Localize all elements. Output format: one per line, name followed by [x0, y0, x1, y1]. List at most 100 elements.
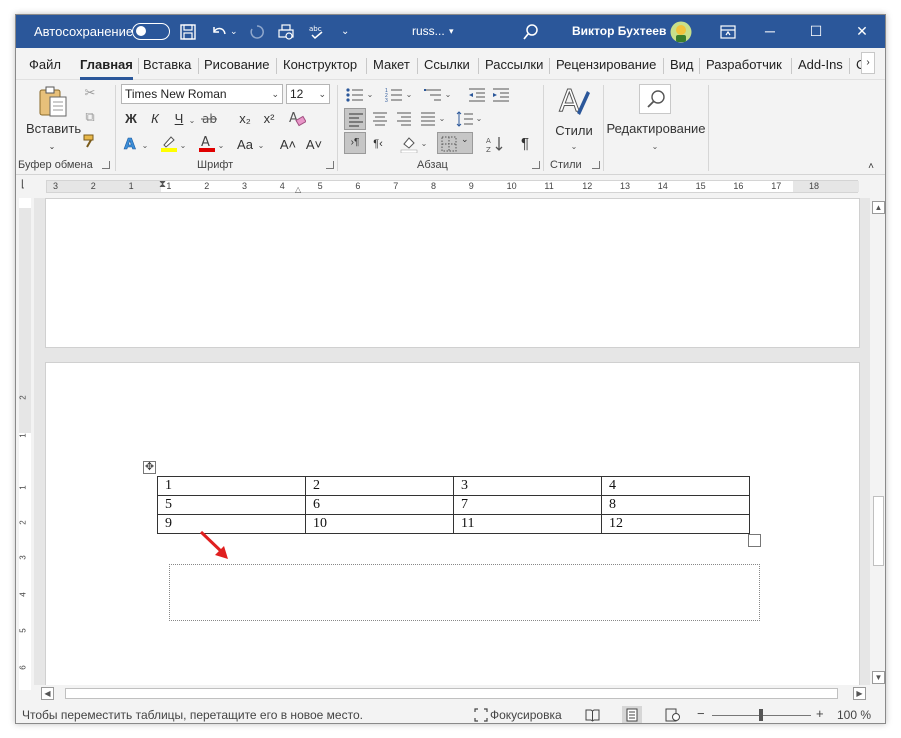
font-launcher-icon[interactable]	[326, 161, 334, 169]
shading-icon[interactable]	[400, 135, 418, 153]
underline-dropdown-icon[interactable]: ⌄	[187, 111, 197, 133]
table-cell[interactable]: 11	[453, 514, 602, 534]
grow-font-button[interactable]: A˄	[278, 135, 298, 157]
table-cell[interactable]: 3	[453, 476, 602, 496]
zoom-slider-thumb[interactable]	[759, 709, 763, 721]
cut-icon[interactable]: ✂	[80, 83, 100, 105]
indent-marker-icon[interactable]: ⧗	[159, 179, 166, 190]
close-button[interactable]: ✕	[839, 15, 885, 48]
scroll-down-icon[interactable]: ▼	[872, 671, 885, 684]
bold-button[interactable]: Ж	[122, 109, 140, 131]
align-right-icon[interactable]	[396, 111, 412, 127]
tab-insert[interactable]: Вставка	[143, 56, 191, 76]
paste-icon[interactable]	[36, 85, 70, 119]
tab-mailings[interactable]: Рассылки	[485, 56, 543, 76]
avatar[interactable]	[670, 21, 692, 43]
highlight-icon[interactable]	[160, 134, 178, 152]
print-preview-icon[interactable]	[277, 23, 295, 41]
table-cell[interactable]: 4	[601, 476, 750, 496]
styles-launcher-icon[interactable]	[592, 161, 600, 169]
vertical-scrollbar[interactable]: ▲ ▼	[871, 198, 885, 685]
minimize-button[interactable]: ─	[747, 15, 793, 48]
read-mode-icon[interactable]	[585, 708, 600, 722]
document-name[interactable]: russ...	[412, 15, 445, 48]
sort-icon[interactable]: AZ	[486, 135, 504, 153]
shrink-font-button[interactable]: A˅	[304, 135, 324, 157]
styles-icon[interactable]: A	[557, 83, 591, 119]
borders-button[interactable]: ⌄	[437, 132, 473, 154]
scroll-left-icon[interactable]: ◀	[41, 687, 54, 700]
user-name[interactable]: Виктор Бухтеев	[572, 15, 666, 48]
ltr-direction-button[interactable]: ›¶	[344, 132, 366, 154]
highlight-dropdown-icon[interactable]: ⌄	[178, 136, 188, 158]
paragraph-launcher-icon[interactable]	[532, 161, 540, 169]
zoom-out-button[interactable]: −	[697, 706, 705, 722]
subscript-button[interactable]: x₂	[236, 109, 254, 131]
clipboard-launcher-icon[interactable]	[102, 161, 110, 169]
bullets-icon[interactable]	[346, 87, 364, 103]
zoom-level[interactable]: 100 %	[837, 707, 871, 723]
table-cell[interactable]: 2	[305, 476, 454, 496]
focus-button[interactable]: Фокусировка	[490, 707, 562, 723]
copy-icon[interactable]: ⧉	[80, 107, 100, 129]
right-indent-marker-icon[interactable]: △	[295, 185, 301, 194]
styles-dropdown-icon[interactable]: ⌄	[569, 137, 579, 159]
tab-layout[interactable]: Макет	[373, 56, 410, 76]
tab-file[interactable]: Файл	[29, 56, 61, 76]
align-center-icon[interactable]	[372, 111, 388, 127]
line-spacing-dropdown-icon[interactable]: ⌄	[474, 109, 484, 131]
tab-developer[interactable]: Разработчик	[706, 56, 782, 76]
redo-icon[interactable]	[248, 23, 266, 41]
table-cell[interactable]: 6	[305, 495, 454, 515]
vertical-scroll-thumb[interactable]	[873, 496, 884, 566]
text-effects-dropdown-icon[interactable]: ⌄	[140, 136, 150, 158]
tabs-scroll-right-icon[interactable]: ›	[861, 52, 875, 74]
autosave-toggle[interactable]	[132, 23, 170, 40]
tab-addins[interactable]: Add-Ins	[798, 56, 843, 76]
table-cell[interactable]: 8	[601, 495, 750, 515]
paste-dropdown-icon[interactable]: ⌄	[44, 137, 60, 159]
tab-review[interactable]: Рецензирование	[556, 56, 656, 76]
change-case-dropdown-icon[interactable]: ⌄	[256, 136, 266, 158]
rtl-direction-button[interactable]: ¶‹	[368, 134, 388, 156]
horizontal-ruler[interactable]: 3 2 1 1 2 3 4 5 6 7 8 9 10 11 12 13 14 15 16 17 18 ⧗ △	[46, 179, 859, 194]
scroll-up-icon[interactable]: ▲	[872, 201, 885, 214]
table-resize-handle[interactable]	[748, 534, 761, 547]
strikethrough-icon[interactable]: ab	[200, 110, 218, 128]
font-color-dropdown-icon[interactable]: ⌄	[216, 136, 226, 158]
tab-view[interactable]: Вид	[670, 56, 694, 76]
vertical-ruler[interactable]: 2 1 1 2 3 4 5 6	[19, 198, 31, 690]
tab-references[interactable]: Ссылки	[424, 56, 470, 76]
decrease-indent-icon[interactable]	[468, 87, 486, 103]
table-cell[interactable]: 1	[157, 476, 306, 496]
undo-dropdown-icon[interactable]: ⌄	[230, 15, 238, 48]
horizontal-scrollbar[interactable]: ◀ ▶	[38, 686, 868, 702]
page-previous[interactable]	[45, 198, 860, 348]
font-size-combo[interactable]: 12 ⌄	[286, 84, 330, 104]
underline-button[interactable]: Ч	[170, 109, 188, 131]
customize-qat-icon[interactable]: ⌄	[341, 15, 349, 48]
editing-dropdown-icon[interactable]: ⌄	[650, 137, 660, 159]
horizontal-scroll-thumb[interactable]	[65, 688, 838, 699]
shading-dropdown-icon[interactable]: ⌄	[419, 134, 429, 156]
text-effects-icon[interactable]: A	[122, 134, 140, 152]
undo-icon[interactable]	[210, 23, 228, 41]
zoom-in-button[interactable]: +	[816, 706, 824, 722]
tab-design[interactable]: Конструктор	[283, 56, 357, 76]
table-cell[interactable]: 5	[157, 495, 306, 515]
web-layout-icon[interactable]	[665, 708, 680, 722]
multilevel-dropdown-icon[interactable]: ⌄	[443, 85, 453, 107]
bullets-dropdown-icon[interactable]: ⌄	[365, 85, 375, 107]
maximize-button[interactable]: ☐	[793, 15, 839, 48]
tab-draw[interactable]: Рисование	[204, 56, 269, 76]
tab-home[interactable]: Главная	[80, 56, 133, 80]
table-cell[interactable]: 10	[305, 514, 454, 534]
table[interactable]: 1 2 3 4 5 6 7 8 9 10 11 12	[157, 476, 750, 534]
font-name-combo[interactable]: Times New Roman ⌄	[121, 84, 283, 104]
scroll-right-icon[interactable]: ▶	[853, 687, 866, 700]
save-icon[interactable]	[179, 23, 197, 41]
table-cell[interactable]: 7	[453, 495, 602, 515]
line-spacing-icon[interactable]	[456, 110, 474, 128]
filename-dropdown-icon[interactable]: ▾	[449, 15, 454, 48]
superscript-button[interactable]: x²	[260, 109, 278, 131]
